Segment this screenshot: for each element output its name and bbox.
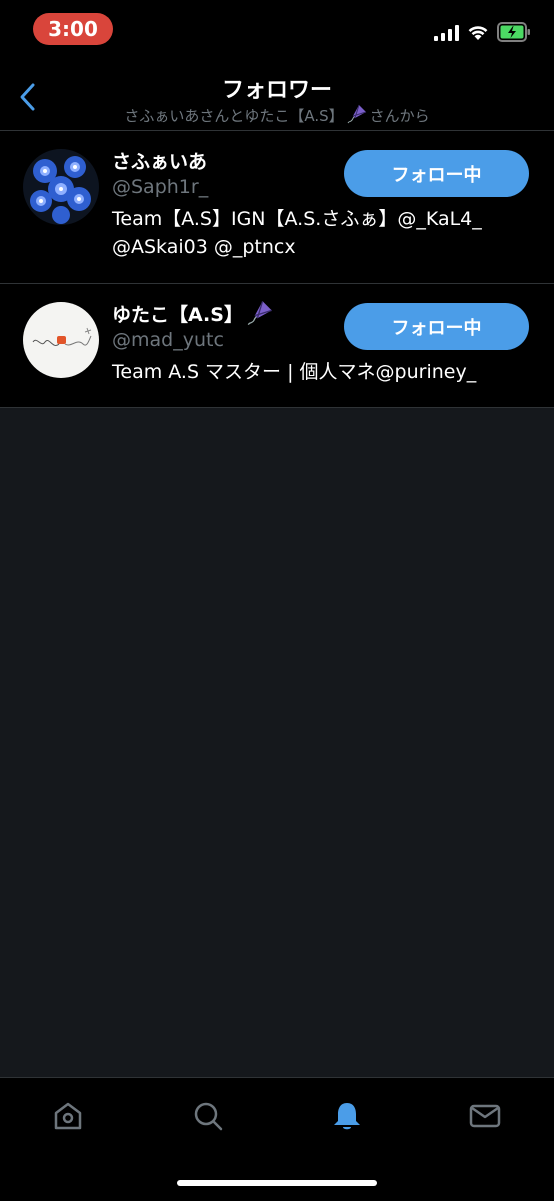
mail-icon bbox=[469, 1104, 501, 1128]
status-time[interactable]: 3:00 bbox=[33, 13, 113, 45]
battery-icon bbox=[497, 22, 530, 42]
sketch-avatar-image bbox=[23, 302, 99, 378]
avatar[interactable] bbox=[23, 302, 99, 378]
signal-icon bbox=[434, 25, 459, 41]
page-subtitle: さふぁいあさんとゆたこ【A.S】 さんから bbox=[0, 104, 554, 126]
user-name[interactable]: さふぁいあ bbox=[112, 147, 207, 174]
home-indicator[interactable] bbox=[177, 1180, 377, 1186]
user-name-text: ゆたこ【A.S】 bbox=[112, 304, 243, 326]
user-handle: @mad_yutc bbox=[112, 329, 224, 351]
header: フォロワー さふぁいあさんとゆたこ【A.S】 さんから bbox=[0, 60, 554, 131]
following-button[interactable]: フォロー中 bbox=[344, 150, 529, 197]
tab-home[interactable] bbox=[48, 1096, 88, 1136]
tab-search[interactable] bbox=[188, 1096, 228, 1136]
user-name[interactable]: ゆたこ【A.S】 bbox=[112, 300, 273, 327]
list-item[interactable]: ゆたこ【A.S】 @mad_yutc Team A.S マスター | 個人マネ@… bbox=[0, 284, 554, 408]
following-button[interactable]: フォロー中 bbox=[344, 303, 529, 350]
user-handle: @Saph1r_ bbox=[112, 176, 209, 198]
home-icon bbox=[54, 1102, 82, 1130]
tab-notifications[interactable] bbox=[327, 1096, 367, 1136]
wifi-icon bbox=[468, 26, 488, 40]
follower-list: さふぁいあ @Saph1r_ Team【A.S】IGN【A.S.さふぁ】@_Ka… bbox=[0, 131, 554, 408]
tab-messages[interactable] bbox=[465, 1096, 505, 1136]
avatar[interactable] bbox=[23, 149, 99, 225]
page-title: フォロワー bbox=[221, 78, 332, 103]
user-bio: Team【A.S】IGN【A.S.さふぁ】@_KaL4_ @ASkai03 @_… bbox=[112, 208, 482, 258]
flower-avatar-image bbox=[23, 149, 99, 225]
search-icon bbox=[194, 1102, 223, 1131]
status-bar: 3:00 bbox=[0, 0, 554, 60]
kite-emoji-icon bbox=[347, 104, 366, 124]
bell-icon bbox=[334, 1103, 360, 1130]
subtitle-suffix: さんから bbox=[369, 107, 430, 125]
subtitle-prefix: さふぁいあさんとゆたこ【A.S】 bbox=[124, 107, 344, 125]
list-item[interactable]: さふぁいあ @Saph1r_ Team【A.S】IGN【A.S.さふぁ】@_Ka… bbox=[0, 131, 554, 284]
kite-emoji-icon bbox=[247, 301, 272, 326]
user-bio: Team A.S マスター | 個人マネ@puriney_ bbox=[112, 361, 477, 383]
